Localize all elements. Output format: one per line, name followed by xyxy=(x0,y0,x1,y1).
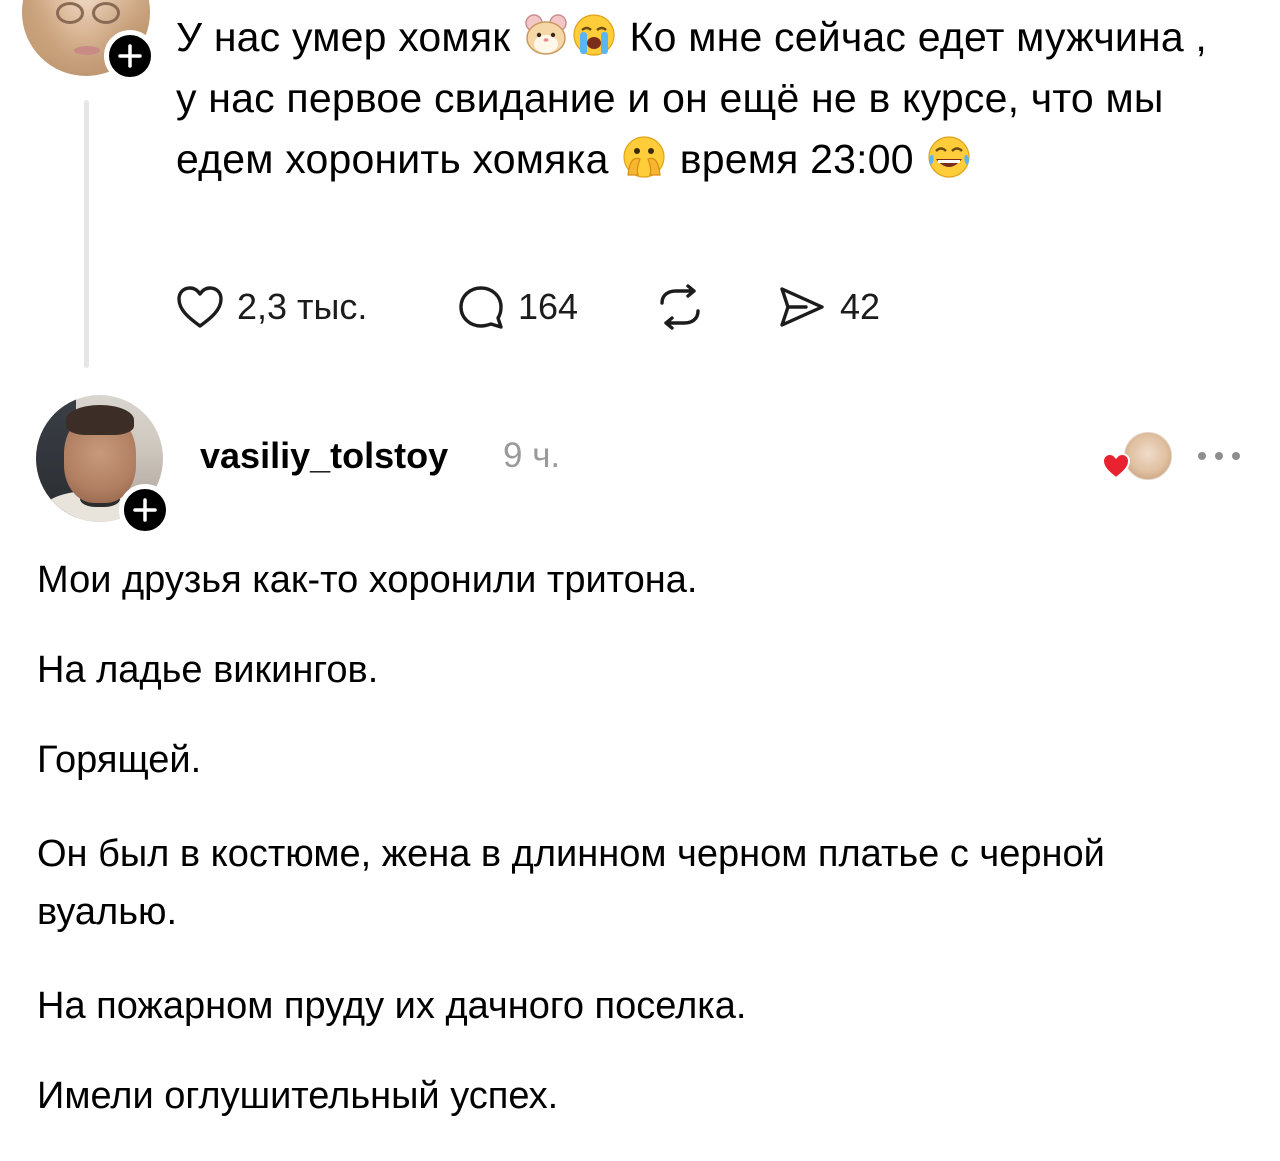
post-text: У нас умер хомяк Ко мне сейчас едет мужч… xyxy=(176,7,1236,190)
send-icon xyxy=(780,287,824,327)
speech-bubble-icon xyxy=(459,286,503,329)
reply-paragraph: Горящей. xyxy=(37,739,202,781)
share-button[interactable]: 42 xyxy=(776,282,880,332)
post-text-part1: У нас умер хомяк xyxy=(176,14,522,60)
repost-button[interactable] xyxy=(654,282,706,332)
reply-paragraph: Мои друзья как-то хоронили тритона. xyxy=(37,559,698,601)
reply-timestamp: 9 ч. xyxy=(503,436,561,475)
reply-paragraph: Имели оглушительный успех. xyxy=(37,1075,559,1117)
comment-button[interactable]: 164 xyxy=(456,282,578,332)
post-text-part3: время 23:00 xyxy=(668,136,926,182)
reply-text: Мои друзья как-то хоронили тритона. На л… xyxy=(37,555,1237,1161)
liked-by-author-avatar xyxy=(1124,432,1172,480)
follow-plus-icon[interactable] xyxy=(119,484,171,536)
face-with-open-eyes-and-hand-over-mouth-emoji xyxy=(622,135,666,179)
like-button[interactable]: 2,3 тыс. xyxy=(175,282,367,332)
likes-count: 2,3 тыс. xyxy=(237,286,368,327)
follow-plus-icon[interactable] xyxy=(104,30,156,82)
repost-icon xyxy=(660,284,700,330)
comments-count: 164 xyxy=(518,286,579,327)
heart-icon xyxy=(177,286,223,328)
hamster-face-emoji xyxy=(524,13,568,57)
reply-username[interactable]: vasiliy_tolstoy xyxy=(200,435,448,477)
more-options-icon[interactable] xyxy=(1196,448,1242,464)
shares-count: 42 xyxy=(840,286,881,327)
reply-paragraph: На ладье викингов. xyxy=(37,649,379,691)
reply-paragraph: На пожарном пруду их дачного поселка. xyxy=(37,985,747,1027)
loudly-crying-face-emoji xyxy=(572,13,616,57)
liked-heart-icon xyxy=(1101,452,1131,485)
reply-paragraph: Он был в костюме, жена в длинном черном … xyxy=(37,833,1105,933)
face-with-tears-of-joy-emoji xyxy=(927,135,971,179)
post-action-bar: 2,3 тыс. 164 42 xyxy=(0,282,1280,332)
